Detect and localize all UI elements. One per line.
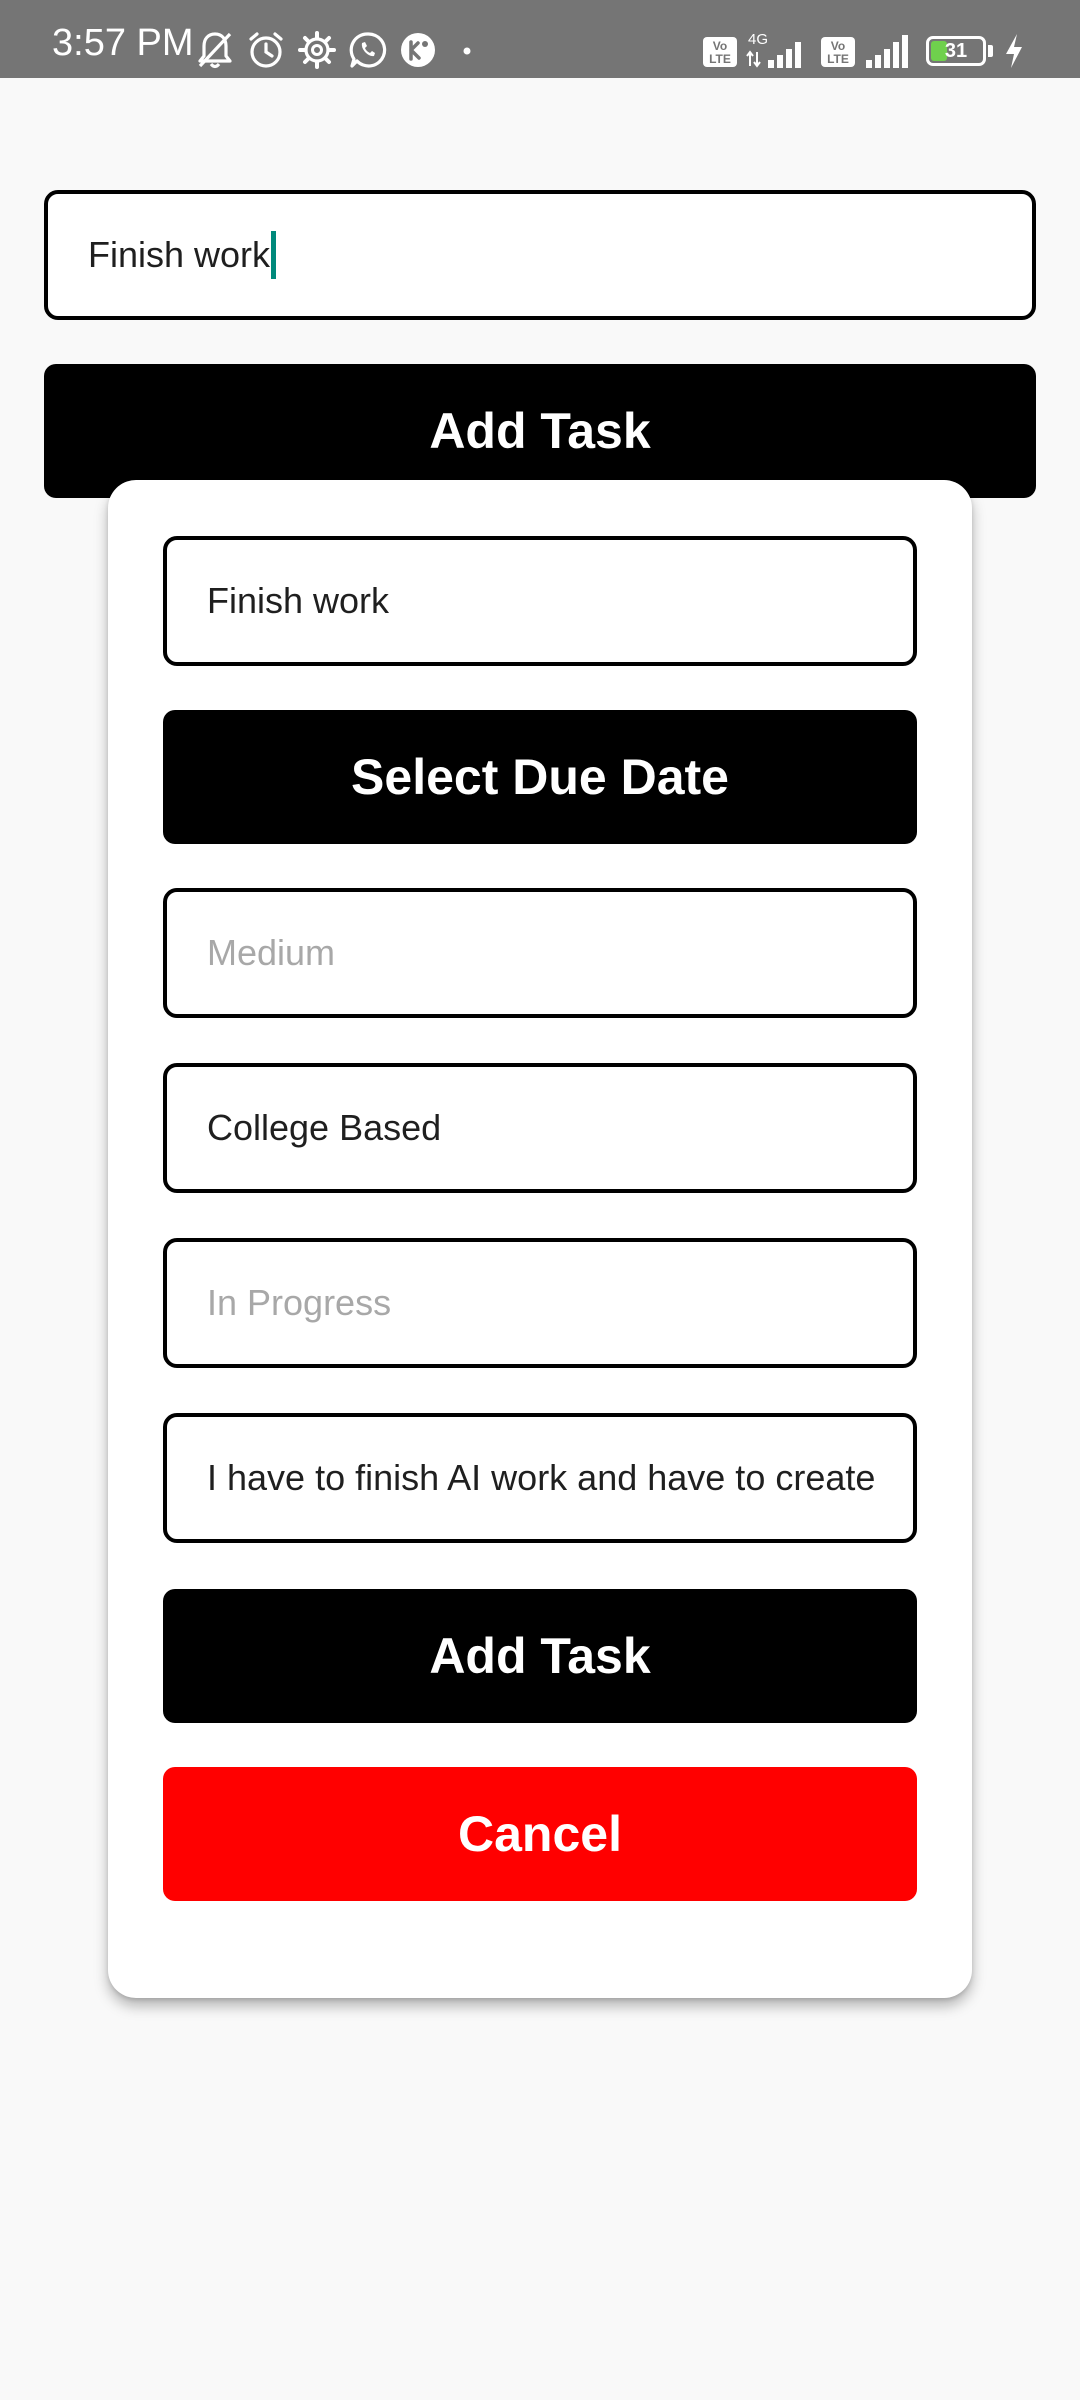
add-task-button[interactable]: Add Task — [44, 364, 1036, 498]
description-field[interactable]: I have to finish AI work and have to cre… — [163, 1413, 917, 1543]
svg-text:LTE: LTE — [709, 52, 731, 66]
settings-icon — [298, 31, 336, 69]
svg-text:Vo: Vo — [831, 39, 845, 53]
category-value: College Based — [207, 1107, 442, 1148]
status-bar: 3:57 PM Vo LTE 4G Vo LTE 31 — [0, 0, 1080, 78]
svg-text:Vo: Vo — [713, 39, 727, 53]
battery-level: 31 — [944, 40, 968, 62]
cancel-label: Cancel — [458, 1806, 622, 1862]
select-due-date-button[interactable]: Select Due Date — [163, 710, 917, 844]
add-task-label: Add Task — [429, 403, 651, 459]
charging-icon — [1006, 34, 1022, 68]
category-field[interactable]: College Based — [163, 1063, 917, 1193]
volte-icon: Vo LTE — [703, 37, 737, 67]
description-value: I have to finish AI work and have to cre… — [207, 1457, 876, 1498]
task-title-value: Finish work — [207, 580, 390, 621]
signal-icon — [866, 35, 908, 68]
status-placeholder: In Progress — [207, 1282, 392, 1323]
signal-4g-icon: 4G — [746, 31, 801, 68]
task-input[interactable]: Finish work — [44, 190, 1036, 320]
battery-nub — [988, 45, 993, 57]
priority-field[interactable]: Medium — [163, 888, 917, 1018]
status-time: 3:57 PM — [52, 22, 194, 64]
battery-icon: 31 — [926, 36, 986, 66]
svg-text:LTE: LTE — [827, 52, 849, 66]
select-due-date-label: Select Due Date — [351, 749, 729, 805]
dialog-add-task-label: Add Task — [429, 1628, 651, 1684]
alarm-icon — [249, 32, 283, 68]
app-notification-icon — [401, 33, 435, 67]
cancel-button[interactable]: Cancel — [163, 1767, 917, 1901]
task-title-field[interactable]: Finish work — [163, 536, 917, 666]
volte-icon: Vo LTE — [821, 37, 855, 67]
notifications-off-icon — [198, 32, 232, 69]
network-type-label: 4G — [748, 31, 768, 48]
whatsapp-icon — [349, 32, 387, 68]
task-input-value: Finish work — [88, 234, 271, 275]
dot-icon — [463, 47, 471, 55]
priority-placeholder: Medium — [207, 932, 336, 973]
text-caret — [271, 231, 277, 279]
status-field[interactable]: In Progress — [163, 1238, 917, 1368]
dialog-add-task-button[interactable]: Add Task — [163, 1589, 917, 1723]
add-task-dialog: Finish work Select Due Date Medium Colle… — [108, 480, 972, 1998]
